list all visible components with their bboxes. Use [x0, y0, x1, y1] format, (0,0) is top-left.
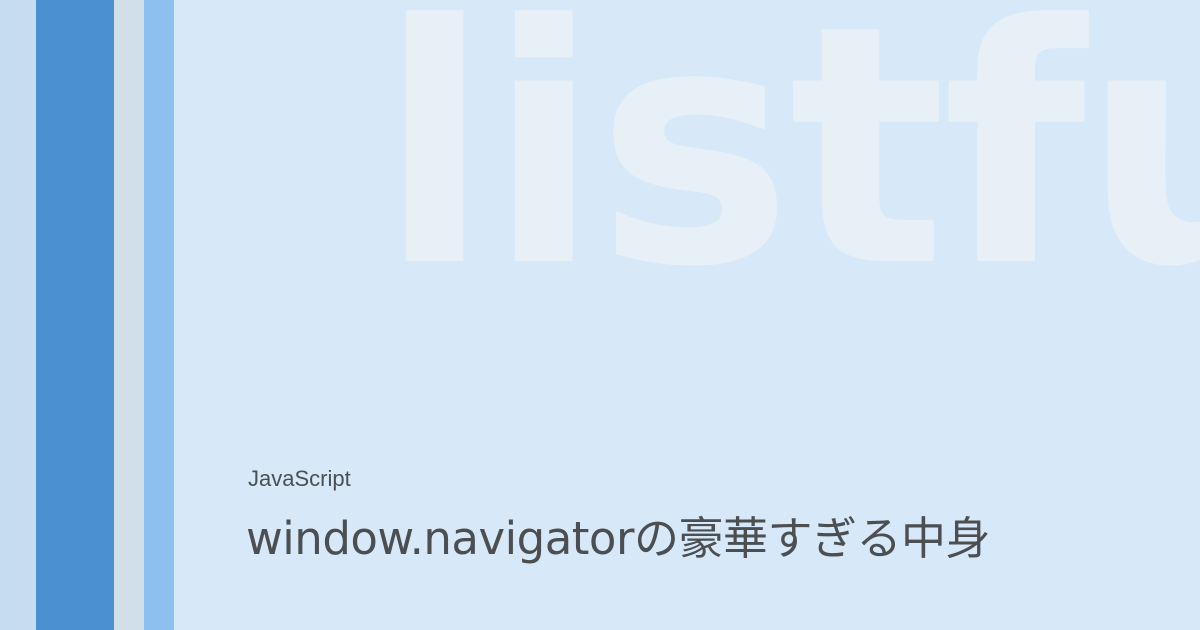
decorative-stripe	[0, 0, 36, 630]
decorative-stripe	[36, 0, 114, 630]
decorative-stripe	[114, 0, 144, 630]
decorative-stripe	[144, 0, 174, 630]
post-title: window.navigatorの豪華すぎる中身	[246, 512, 990, 565]
site-logo-watermark: listful	[378, 0, 1200, 339]
og-image-card: listful JavaScript window.navigatorの豪華すぎ…	[0, 0, 1200, 630]
post-category: JavaScript	[248, 466, 351, 491]
